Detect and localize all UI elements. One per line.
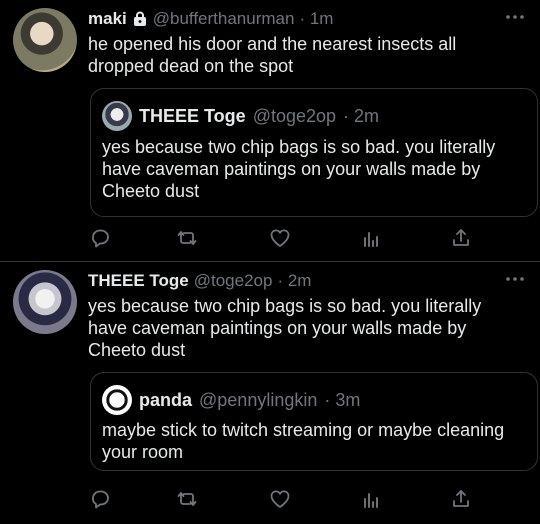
quote-handle: @toge2op xyxy=(252,105,337,126)
reply-icon[interactable] xyxy=(89,227,111,249)
display-name[interactable]: THEEE Toge xyxy=(88,271,189,291)
retweet-icon[interactable] xyxy=(176,488,198,510)
timestamp[interactable]: · 1m xyxy=(299,9,333,29)
quote-display-name: THEEE Toge xyxy=(139,105,246,126)
lock-icon xyxy=(132,11,148,27)
quote-header: THEEE Toge @toge2op · 2m xyxy=(102,101,379,131)
tweet-text: he opened his door and the nearest insec… xyxy=(88,34,457,76)
more-options-icon[interactable] xyxy=(504,272,526,286)
tweet-actions xyxy=(88,227,478,251)
quoted-tweet[interactable]: panda @pennylingkin · 3m maybe stick to … xyxy=(90,372,538,471)
analytics-icon[interactable] xyxy=(360,227,382,249)
avatar[interactable] xyxy=(13,270,77,334)
tweet-text: yes because two chip bags is so bad. you… xyxy=(88,296,482,360)
quote-text: yes because two chip bags is so bad. you… xyxy=(102,137,496,201)
retweet-icon[interactable] xyxy=(176,227,198,249)
display-name[interactable]: maki xyxy=(88,9,127,29)
user-handle[interactable]: @bufferthanurman xyxy=(153,9,295,29)
tweet-header: maki @bufferthanurman · 1m xyxy=(88,9,333,29)
like-icon[interactable] xyxy=(269,227,291,249)
quote-header: panda @pennylingkin · 3m xyxy=(102,385,360,415)
analytics-icon[interactable] xyxy=(360,488,382,510)
tweet[interactable]: THEEE Toge @toge2op · 2m yes because two… xyxy=(0,262,540,524)
reply-icon[interactable] xyxy=(89,488,111,510)
quote-handle: @pennylingkin xyxy=(199,389,318,410)
tweet[interactable]: maki @bufferthanurman · 1m he opened his… xyxy=(0,0,540,262)
tweet-header: THEEE Toge @toge2op · 2m xyxy=(88,271,311,291)
quote-display-name: panda xyxy=(139,389,193,410)
more-options-icon[interactable] xyxy=(504,10,526,24)
quote-text: maybe stick to twitch streaming or maybe… xyxy=(102,420,505,462)
user-handle[interactable]: @toge2op xyxy=(194,271,273,291)
avatar[interactable] xyxy=(13,8,77,72)
share-icon[interactable] xyxy=(450,488,472,510)
quote-avatar xyxy=(102,385,132,415)
like-icon[interactable] xyxy=(269,488,291,510)
quote-avatar xyxy=(102,101,132,131)
quoted-tweet[interactable]: THEEE Toge @toge2op · 2m yes because two… xyxy=(90,88,538,217)
share-icon[interactable] xyxy=(450,227,472,249)
quote-timestamp: · 2m xyxy=(343,105,380,126)
tweet-actions xyxy=(88,488,478,512)
timestamp[interactable]: · 2m xyxy=(277,271,311,291)
quote-timestamp: · 3m xyxy=(324,389,361,410)
